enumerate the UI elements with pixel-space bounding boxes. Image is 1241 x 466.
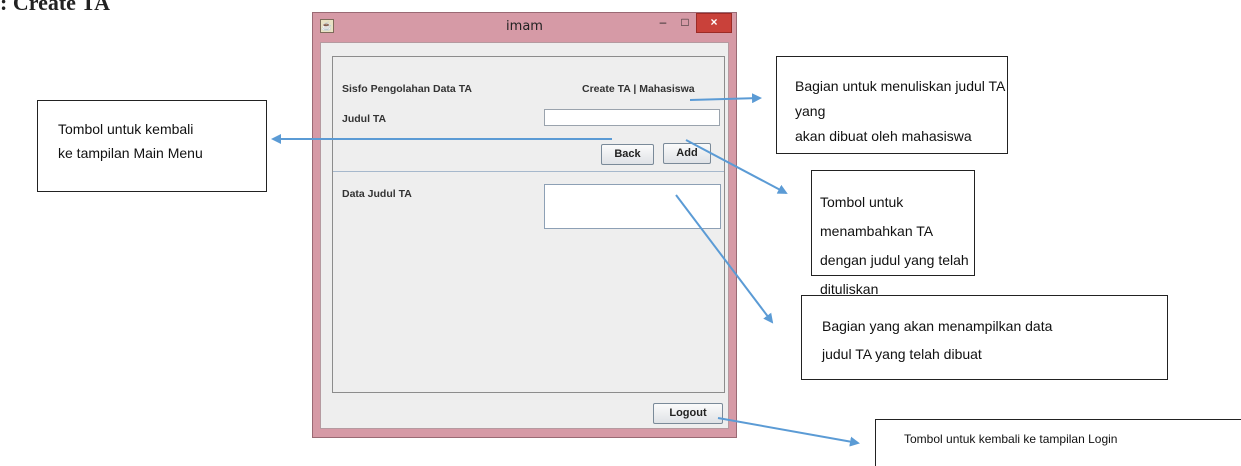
data-annotation-line: Bagian yang akan menampilkan data (822, 318, 1053, 334)
judul-annotation-line: Bagian untuk menuliskan judul TA yang (795, 78, 1005, 119)
arrow-logout (717, 417, 860, 447)
add-annotation-line: Tombol untuk menambahkan TA (820, 194, 934, 239)
arrow-add (685, 139, 788, 194)
annotation-arrows (271, 93, 860, 447)
data-annotation-line: judul TA yang telah dibuat (822, 346, 982, 362)
data-annotation: Bagian yang akan menampilkan data judul … (801, 295, 1168, 380)
judul-annotation-line: akan dibuat oleh mahasiswa (795, 128, 972, 144)
arrow-judul (689, 93, 762, 104)
arrow-data (675, 194, 774, 324)
add-annotation: Tombol untuk menambahkan TA dengan judul… (811, 170, 975, 297)
judul-annotation: Bagian untuk menuliskan judul TA yang ak… (776, 56, 1008, 154)
back-annotation-line: Tombol untuk kembali (58, 121, 194, 137)
back-annotation-line: ke tampilan Main Menu (58, 145, 203, 161)
logout-annotation: Tombol untuk kembali ke tampilan Login (875, 419, 1241, 466)
back-annotation: Tombol untuk kembali ke tampilan Main Me… (37, 100, 267, 192)
